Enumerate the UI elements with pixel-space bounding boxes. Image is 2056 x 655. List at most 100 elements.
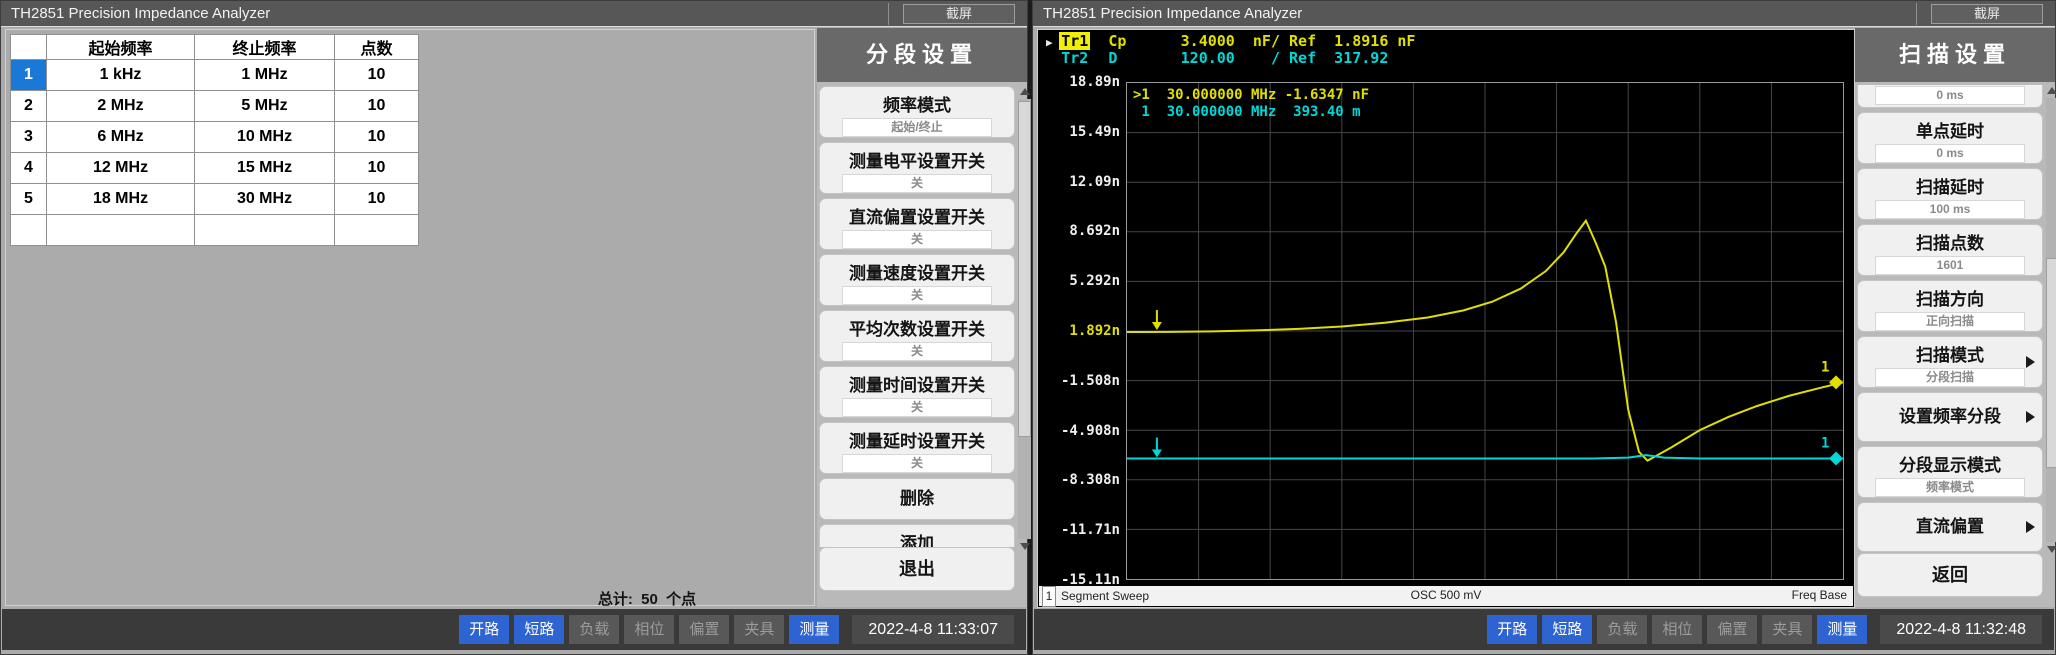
back-button[interactable]: 返回 [1857,553,2043,597]
row-index-cell[interactable]: 2 [11,91,47,122]
panel-button[interactable]: 测量延时设置开关关 [819,422,1015,474]
status-button[interactable]: 开路 [1487,615,1537,644]
points-cell[interactable]: 10 [335,153,419,184]
panel-button[interactable]: 扫描延时100 ms [1857,168,2043,220]
status-button[interactable]: 负载 [1597,615,1647,644]
status-button[interactable]: 负载 [569,615,619,644]
panel-button[interactable]: 直流偏置设置开关关 [819,198,1015,250]
status-button[interactable]: 偏置 [679,615,729,644]
start-frequency-cell[interactable]: 6 MHz [47,122,195,153]
scroll-down-icon[interactable] [1020,543,1030,550]
start-frequency-cell[interactable]: 2 MHz [47,91,195,122]
panel-button[interactable]: 单点延时0 ms [1857,112,2043,164]
panel-button[interactable]: 扫描方向正向扫描 [1857,280,2043,332]
stop-frequency-cell[interactable]: 10 MHz [195,122,335,153]
start-frequency-cell[interactable] [47,215,195,246]
screenshot-button[interactable]: 截屏 [1931,4,2043,24]
chart-canvas: 11 [1127,83,1843,579]
panel-button[interactable]: 扫描点数1601 [1857,224,2043,276]
row-index-cell[interactable]: 5 [11,184,47,215]
panel-button[interactable]: 测量时间设置开关关 [819,366,1015,418]
panel-button[interactable]: 直流偏置 [1857,502,2043,552]
y-axis-tick: 18.89n [1040,74,1120,90]
row-index-cell[interactable]: 1 [11,60,47,91]
start-frequency-cell[interactable]: 12 MHz [47,153,195,184]
panel-button[interactable]: 分段显示模式频率模式 [1857,446,2043,498]
status-button[interactable]: 夹具 [1762,615,1812,644]
table-row: 412 MHz15 MHz10 [11,153,419,184]
panel-button[interactable]: 测量速度设置开关关 [819,254,1015,306]
desktop: TH2851 Precision Impedance Analyzer 截屏 起… [0,0,2056,655]
start-frequency-cell[interactable]: 1 kHz [47,60,195,91]
points-cell[interactable]: 10 [335,184,419,215]
trace-name[interactable]: Tr2 [1059,49,1090,67]
stop-frequency-cell[interactable]: 30 MHz [195,184,335,215]
table-row: 11 kHz1 MHz10 [11,60,419,91]
trace-readout-line: ▶ Tr2 D 120.00 / Ref 317.92 [1046,50,1388,68]
points-cell[interactable]: 10 [335,60,419,91]
row-index-cell[interactable]: 4 [11,153,47,184]
left-titlebar[interactable]: TH2851 Precision Impedance Analyzer 截屏 [1,1,1027,27]
panel-scrollbar[interactable] [2045,85,2056,555]
osc-level-label: OSC 500 mV [1039,586,1853,605]
status-timestamp: 2022-4-8 11:33:07 [852,615,1014,644]
panel-button[interactable]: 频率模式起始/终止 [819,86,1015,138]
status-button[interactable]: 偏置 [1707,615,1757,644]
right-titlebar[interactable]: TH2851 Precision Impedance Analyzer 截屏 [1033,1,2055,27]
scrollbar-track[interactable] [1018,99,1031,539]
trace-plot: >1 30.000000 MHz -1.6347 nF 1 30.000000 … [1126,82,1844,580]
points-cell[interactable] [335,215,419,246]
status-button[interactable]: 短路 [514,615,564,644]
scroll-down-icon[interactable] [2047,546,2056,553]
panel-button[interactable]: 测量电平设置开关关 [819,142,1015,194]
stop-frequency-cell[interactable]: 1 MHz [195,60,335,91]
window-title: TH2851 Precision Impedance Analyzer [11,5,270,22]
segment-table-header: 起始频率 [47,35,195,60]
segment-table-header-row: 起始频率终止频率点数 [11,35,419,60]
start-frequency-cell[interactable]: 18 MHz [47,184,195,215]
status-button[interactable]: 测量 [789,615,839,644]
stop-frequency-cell[interactable]: 15 MHz [195,153,335,184]
expand-arrow-icon [2026,411,2035,423]
segment-table: 起始频率终止频率点数 11 kHz1 MHz1022 MHz5 MHz1036 … [10,34,419,246]
points-cell[interactable]: 10 [335,91,419,122]
status-button[interactable]: 开路 [459,615,509,644]
freq-base-label: Freq Base [1792,586,1847,605]
y-axis-tick: -8.308n [1040,472,1120,488]
segment-form-area: 起始频率终止频率点数 11 kHz1 MHz1022 MHz5 MHz1036 … [5,29,815,606]
scroll-up-icon[interactable] [1020,88,1030,95]
panel-button[interactable]: 0 ms [1857,85,2043,108]
row-index-cell[interactable] [11,215,47,246]
left-status-bar: 开路短路负载相位偏置夹具测量 2022-4-8 11:33:07 [2,609,1026,650]
scrollbar-thumb[interactable] [2046,258,2056,468]
y-axis-tick: -4.908n [1040,423,1120,439]
status-button[interactable]: 短路 [1542,615,1592,644]
trace-readout-values: D 120.00 / Ref 317.92 [1090,49,1388,67]
stop-frequency-cell[interactable] [195,215,335,246]
scrollbar-track[interactable] [2046,98,2056,542]
screenshot-button[interactable]: 截屏 [903,4,1015,24]
points-cell[interactable]: 10 [335,122,419,153]
marker-number-label: 1 [1821,359,1829,375]
scrollbar-thumb[interactable] [1018,101,1031,437]
status-button[interactable]: 相位 [1652,615,1702,644]
exit-button[interactable]: 退出 [819,547,1015,591]
segment-table-header [11,35,47,60]
panel-button[interactable]: 平均次数设置开关关 [819,310,1015,362]
trace-name[interactable]: Tr1 [1059,32,1090,50]
panel-button[interactable]: 删除 [819,478,1015,520]
marker-diamond-icon [1829,375,1843,389]
status-button[interactable]: 相位 [624,615,674,644]
status-button[interactable]: 测量 [1817,615,1867,644]
row-index-cell[interactable]: 3 [11,122,47,153]
segment-panel: 分段设置 频率模式起始/终止测量电平设置开关关直流偏置设置开关关测量速度设置开关… [817,28,1027,607]
titlebar-divider [1916,3,1917,25]
panel-button[interactable]: 添加 [819,524,1015,547]
panel-scrollbar[interactable] [1017,86,1032,552]
panel-button[interactable]: 扫描模式分段扫描 [1857,336,2043,388]
status-button[interactable]: 夹具 [734,615,784,644]
stop-frequency-cell[interactable]: 5 MHz [195,91,335,122]
scroll-up-icon[interactable] [2047,87,2056,94]
sweep-panel-buttons: 0 ms 单点延时0 ms扫描延时100 ms扫描点数1601扫描方向正向扫描扫描… [1857,85,2043,556]
panel-button[interactable]: 设置频率分段 [1857,392,2043,442]
